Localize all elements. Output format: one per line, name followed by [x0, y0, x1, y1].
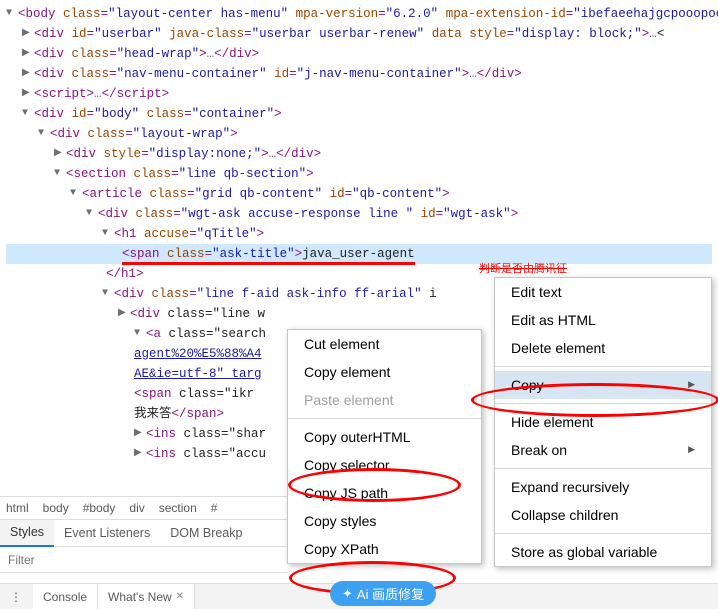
tab-dom-breakpoints[interactable]: DOM Breakp: [160, 520, 252, 547]
menu-separator: [495, 468, 711, 469]
node-h1[interactable]: <h1 accuse="qTitle">: [114, 227, 264, 241]
breadcrumb[interactable]: html body #body div section #: [0, 496, 290, 520]
tab-styles[interactable]: Styles: [0, 520, 54, 547]
menu-separator: [495, 366, 711, 367]
node-headwrap[interactable]: <div class="head-wrap">…</div>: [34, 47, 259, 61]
arrow-right-icon[interactable]: ▶: [22, 46, 33, 62]
arrow-down-icon[interactable]: ▼: [38, 126, 49, 142]
node-display-none[interactable]: <div style="display:none;">…</div>: [66, 147, 321, 161]
menu-separator: [288, 418, 481, 419]
node-ikr[interactable]: <span class="ikr: [134, 387, 254, 401]
copy-submenu[interactable]: Cut element Copy element Paste element C…: [287, 329, 482, 564]
crumb-body-id[interactable]: #body: [83, 501, 116, 515]
arrow-down-icon[interactable]: ▼: [6, 6, 17, 22]
menu-copy-styles[interactable]: Copy styles: [288, 507, 481, 535]
link-text-2[interactable]: AE&ie=utf-8" targ: [134, 367, 262, 381]
arrow-down-icon[interactable]: ▼: [134, 326, 145, 342]
menu-store-global[interactable]: Store as global variable: [495, 538, 711, 566]
menu-cut-element[interactable]: Cut element: [288, 330, 481, 358]
truncated-text-annotation: 判断是否由腾讯征: [479, 260, 659, 274]
close-icon[interactable]: ✕: [176, 591, 184, 602]
menu-copy[interactable]: Copy: [495, 371, 711, 399]
node-faid[interactable]: <div class="line f-aid ask-info ff-arial…: [114, 287, 437, 301]
node-context-menu[interactable]: Edit text Edit as HTML Delete element Co…: [494, 277, 712, 567]
tab-whats-new[interactable]: What's New✕: [98, 584, 195, 609]
menu-copy-outerhtml[interactable]: Copy outerHTML: [288, 423, 481, 451]
tab-console[interactable]: Console: [33, 584, 98, 609]
arrow-right-icon[interactable]: ▶: [22, 26, 33, 42]
menu-paste-element: Paste element: [288, 386, 481, 414]
node-linew[interactable]: <div class="line w: [130, 307, 265, 321]
span-text: java_user-agent: [302, 247, 415, 261]
menu-hide-element[interactable]: Hide element: [495, 408, 711, 436]
arrow-down-icon[interactable]: ▼: [22, 106, 33, 122]
node-wgt-ask[interactable]: <div class="wgt-ask accuse-response line…: [98, 207, 518, 221]
node-script[interactable]: <script>…</script>: [34, 87, 169, 101]
menu-delete-element[interactable]: Delete element: [495, 334, 711, 362]
menu-collapse-children[interactable]: Collapse children: [495, 501, 711, 529]
span-open: <span class="ask-title">: [122, 247, 302, 261]
crumb-html[interactable]: html: [6, 501, 29, 515]
menu-break-on[interactable]: Break on: [495, 436, 711, 464]
menu-copy-element[interactable]: Copy element: [288, 358, 481, 386]
node-section[interactable]: <section class="line qb-section">: [66, 167, 314, 181]
arrow-right-icon[interactable]: ▶: [22, 66, 33, 82]
arrow-down-icon[interactable]: ▼: [70, 186, 81, 202]
menu-copy-xpath[interactable]: Copy XPath: [288, 535, 481, 563]
node-a-search[interactable]: <a class="search: [146, 327, 266, 341]
menu-separator: [495, 533, 711, 534]
drawer-menu-icon[interactable]: ⋮: [0, 590, 33, 604]
arrow-down-icon[interactable]: ▼: [86, 206, 97, 222]
node-ins2[interactable]: <ins class="accu: [146, 447, 266, 461]
arrow-down-icon[interactable]: ▼: [54, 166, 65, 182]
menu-edit-as-html[interactable]: Edit as HTML: [495, 306, 711, 334]
node-body-div[interactable]: <div id="body" class="container">: [34, 107, 282, 121]
menu-copy-selector[interactable]: Copy selector: [288, 451, 481, 479]
node-body[interactable]: <body class="layout-center has-menu" mpa…: [18, 7, 718, 21]
arrow-down-icon[interactable]: ▼: [102, 286, 113, 302]
ai-icon: ✦: [342, 586, 353, 602]
arrow-right-icon[interactable]: ▶: [118, 306, 129, 322]
node-article[interactable]: <article class="grid qb-content" id="qb-…: [82, 187, 450, 201]
sidebar-tabs[interactable]: Styles Event Listeners DOM Breakp: [0, 520, 290, 547]
menu-separator: [495, 403, 711, 404]
ai-badge[interactable]: ✦ Ai 画质修复: [330, 581, 436, 606]
menu-copy-js-path[interactable]: Copy JS path: [288, 479, 481, 507]
arrow-right-icon[interactable]: ▶: [134, 426, 145, 442]
ikr-text: 我来答</span>: [134, 407, 224, 421]
crumb-more[interactable]: #: [211, 501, 218, 515]
arrow-right-icon[interactable]: ▶: [134, 446, 145, 462]
menu-expand-recursively[interactable]: Expand recursively: [495, 473, 711, 501]
arrow-down-icon[interactable]: ▼: [102, 226, 113, 242]
arrow-right-icon[interactable]: ▶: [22, 86, 33, 102]
arrow-right-icon[interactable]: ▶: [54, 146, 65, 162]
node-layout-wrap[interactable]: <div class="layout-wrap">: [50, 127, 238, 141]
menu-edit-text[interactable]: Edit text: [495, 278, 711, 306]
node-navmenu[interactable]: <div class="nav-menu-container" id="j-na…: [34, 67, 522, 81]
tab-event-listeners[interactable]: Event Listeners: [54, 520, 160, 547]
h1-close: </h1>: [106, 267, 144, 281]
crumb-section[interactable]: section: [159, 501, 197, 515]
link-text-1[interactable]: agent%20%E5%88%A4: [134, 347, 262, 361]
styles-filter-input[interactable]: [0, 547, 290, 572]
crumb-body[interactable]: body: [43, 501, 69, 515]
node-ins1[interactable]: <ins class="shar: [146, 427, 266, 441]
styles-filter-bar[interactable]: [0, 547, 290, 573]
node-userbar[interactable]: <div id="userbar" java-class="userbar us…: [34, 27, 664, 41]
crumb-div[interactable]: div: [129, 501, 144, 515]
